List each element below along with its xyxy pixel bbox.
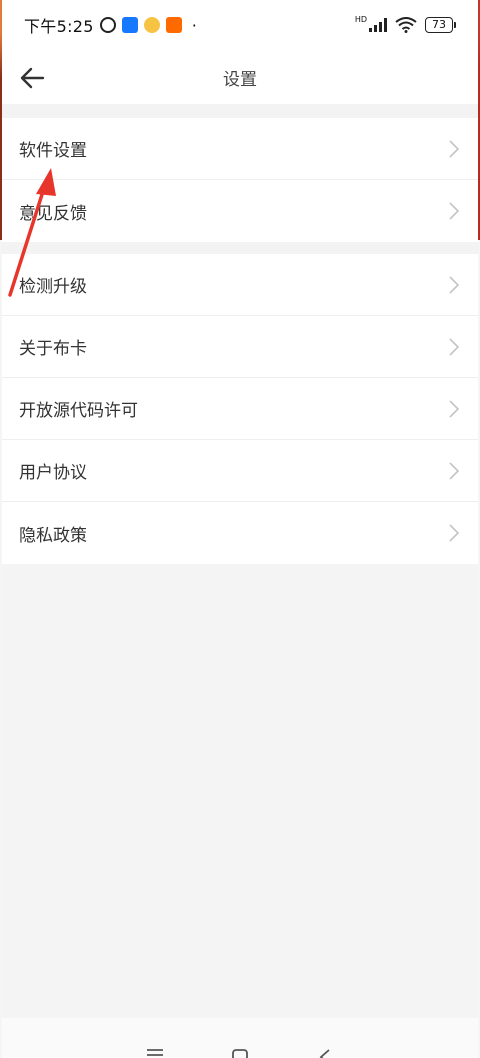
title-bar: 设置 bbox=[2, 50, 478, 104]
recent-apps-button[interactable] bbox=[143, 1048, 167, 1058]
settings-item-label: 用户协议 bbox=[19, 463, 87, 483]
settings-item-label: 关于布卡 bbox=[19, 339, 87, 359]
section-divider bbox=[2, 242, 478, 254]
settings-screen: 下午5:25 · HD 73 设置 软件设置 意见反馈 检测升级 关于布卡 开放… bbox=[2, 0, 478, 1058]
menu-icon bbox=[146, 1049, 163, 1056]
settings-item-label: 隐私政策 bbox=[19, 525, 87, 546]
system-navigation-bar bbox=[2, 1018, 478, 1058]
settings-item-about[interactable]: 关于布卡 bbox=[2, 316, 478, 378]
more-notifications-dot-icon: · bbox=[191, 15, 197, 35]
app-notification-icon bbox=[143, 17, 160, 33]
home-square-icon bbox=[232, 1049, 248, 1058]
back-button[interactable] bbox=[16, 62, 48, 94]
settings-item-label: 检测升级 bbox=[19, 277, 87, 297]
chevron-right-icon bbox=[449, 337, 460, 356]
battery-level: 73 bbox=[425, 17, 453, 33]
battery-icon: 73 bbox=[425, 17, 456, 33]
settings-item-user-agreement[interactable]: 用户协议 bbox=[2, 440, 478, 502]
settings-item-label: 意见反馈 bbox=[19, 203, 87, 224]
arrow-left-icon bbox=[20, 67, 45, 89]
back-chevron-icon bbox=[319, 1049, 330, 1058]
empty-area bbox=[2, 564, 478, 1018]
chevron-right-icon bbox=[449, 524, 460, 542]
status-left: 下午5:25 · bbox=[24, 13, 197, 37]
mi-notification-icon bbox=[165, 17, 182, 33]
system-back-button[interactable] bbox=[313, 1048, 337, 1058]
chevron-right-icon bbox=[449, 461, 460, 480]
chevron-right-icon bbox=[449, 399, 460, 418]
chevron-right-icon bbox=[449, 202, 460, 220]
section-divider bbox=[2, 104, 478, 118]
signal-icon bbox=[369, 18, 387, 32]
chevron-right-icon bbox=[449, 139, 460, 158]
settings-item-privacy[interactable]: 隐私政策 bbox=[2, 502, 478, 564]
settings-item-label: 开放源代码许可 bbox=[19, 401, 138, 421]
status-time: 下午5:25 bbox=[24, 17, 94, 36]
status-right: HD 73 bbox=[354, 14, 456, 33]
wifi-icon bbox=[395, 17, 417, 33]
chevron-right-icon bbox=[449, 275, 460, 294]
status-bar: 下午5:25 · HD 73 bbox=[2, 0, 478, 50]
alarm-icon bbox=[99, 17, 116, 33]
settings-item-software[interactable]: 软件设置 bbox=[2, 118, 478, 180]
home-button[interactable] bbox=[228, 1048, 252, 1058]
settings-item-label: 软件设置 bbox=[19, 141, 87, 161]
settings-group-1: 软件设置 意见反馈 bbox=[2, 118, 478, 242]
settings-item-check-update[interactable]: 检测升级 bbox=[2, 254, 478, 316]
page-title: 设置 bbox=[223, 69, 257, 90]
network-type-label: HD bbox=[354, 14, 367, 24]
app-notification-icon bbox=[121, 17, 138, 33]
settings-item-open-source[interactable]: 开放源代码许可 bbox=[2, 378, 478, 440]
settings-item-feedback[interactable]: 意见反馈 bbox=[2, 180, 478, 242]
settings-group-2: 检测升级 关于布卡 开放源代码许可 用户协议 隐私政策 bbox=[2, 254, 478, 564]
